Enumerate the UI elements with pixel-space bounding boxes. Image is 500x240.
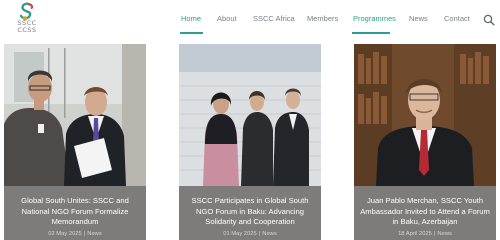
news-card-1-meta: 02 May 2025 | News (4, 231, 146, 237)
news-card-3-date: 18 April 2025 (398, 231, 432, 237)
news-card-3-meta: 18 April 2025 | News (354, 231, 496, 237)
news-card-3-category[interactable]: News (437, 231, 452, 237)
news-card-2-caption: SSCC Participates in Global South NGO Fo… (179, 186, 321, 240)
news-card-3-title[interactable]: Juan Pablo Merchan, SSCC Youth Ambassado… (360, 196, 490, 228)
meta-separator: | (83, 231, 86, 237)
news-card-1-photo[interactable] (4, 44, 146, 186)
sscc-logo[interactable]: SSCC CCSS (12, 2, 42, 38)
news-card-2-meta: 01 May 2025 | News (179, 231, 321, 237)
news-card-2[interactable]: SSCC Participates in Global South NGO Fo… (179, 44, 321, 240)
search-icon[interactable] (483, 13, 495, 26)
logo-text-line2: CCSS (17, 26, 37, 34)
news-card-3-caption: Juan Pablo Merchan, SSCC Youth Ambassado… (354, 186, 496, 240)
news-card-3[interactable]: Juan Pablo Merchan, SSCC Youth Ambassado… (354, 44, 496, 240)
news-card-1[interactable]: Global South Unites: SSCC and National N… (4, 44, 146, 240)
nav-underline-programmes (352, 32, 390, 34)
news-card-2-title[interactable]: SSCC Participates in Global South NGO Fo… (185, 196, 315, 228)
nav-item-programmes[interactable]: Programmes (353, 14, 396, 23)
site-header: SSCC CCSS Home About SSCC Africa Members… (0, 0, 500, 40)
news-card-2-category[interactable]: News (262, 231, 277, 237)
news-card-1-caption: Global South Unites: SSCC and National N… (4, 186, 146, 240)
meta-separator: | (433, 231, 436, 237)
news-card-1-title[interactable]: Global South Unites: SSCC and National N… (10, 196, 140, 228)
news-card-2-photo[interactable] (179, 44, 321, 186)
news-card-3-photo[interactable] (354, 44, 496, 186)
nav-item-sscc-africa[interactable]: SSCC Africa (253, 14, 295, 23)
logo-text: SSCC CCSS (12, 20, 42, 34)
nav-item-about[interactable]: About (217, 14, 237, 23)
nav-underline-home (180, 32, 203, 34)
news-card-1-date: 02 May 2025 (48, 231, 82, 237)
nav-item-news[interactable]: News (409, 14, 428, 23)
meta-separator: | (258, 231, 261, 237)
nav-item-members[interactable]: Members (307, 14, 338, 23)
news-card-1-category[interactable]: News (87, 231, 102, 237)
nav-item-home[interactable]: Home (181, 14, 201, 23)
nav-item-contact[interactable]: Contact (444, 14, 470, 23)
news-card-2-date: 01 May 2025 (223, 231, 257, 237)
